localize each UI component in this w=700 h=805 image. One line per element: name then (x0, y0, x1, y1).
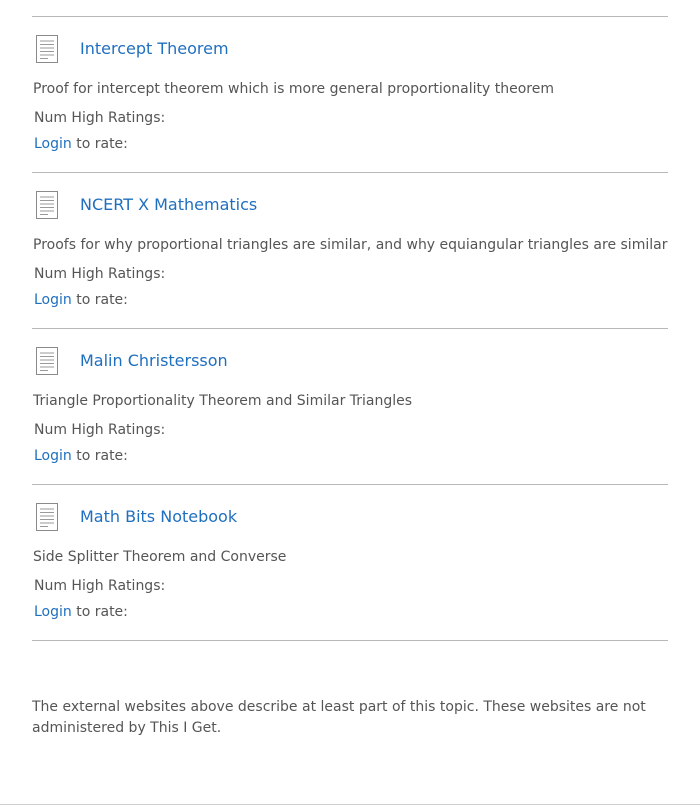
num-high-ratings-label: Num High Ratings: (34, 266, 166, 282)
document-icon (36, 503, 58, 531)
divider (32, 640, 668, 641)
external-websites-disclaimer: The external websites above describe at … (32, 699, 646, 736)
login-to-rate: Login to rate: (34, 603, 128, 621)
login-link[interactable]: Login (34, 292, 72, 308)
login-to-rate: Login to rate: (34, 447, 128, 465)
document-icon (36, 191, 58, 219)
rate-suffix: to rate: (71, 292, 128, 308)
login-to-rate: Login to rate: (34, 135, 128, 153)
resource-description: Proofs for why proportional triangles ar… (33, 237, 668, 253)
resource-title-link[interactable]: Intercept Theorem (80, 39, 229, 59)
num-high-ratings-label: Num High Ratings: (34, 110, 166, 126)
resource-item: Math Bits Notebook Side Splitter Theorem… (32, 485, 668, 625)
login-to-rate: Login to rate: (34, 291, 128, 309)
resource-title-link[interactable]: NCERT X Mathematics (80, 195, 257, 215)
rate-suffix: to rate: (71, 604, 128, 620)
rate-suffix: to rate: (71, 136, 128, 152)
num-high-ratings-label: Num High Ratings: (34, 578, 166, 594)
resource-item: Malin Christersson Triangle Proportional… (32, 329, 668, 469)
document-icon (36, 347, 58, 375)
resource-title-link[interactable]: Math Bits Notebook (80, 507, 237, 527)
resource-title-link[interactable]: Malin Christersson (80, 351, 228, 371)
resource-description: Proof for intercept theorem which is mor… (33, 81, 554, 97)
rate-suffix: to rate: (71, 448, 128, 464)
resource-description: Triangle Proportionality Theorem and Sim… (33, 393, 413, 409)
external-resources-page: Intercept Theorem Proof for intercept th… (0, 0, 700, 805)
login-link[interactable]: Login (34, 604, 72, 620)
resource-item: NCERT X Mathematics Proofs for why propo… (32, 173, 668, 313)
num-high-ratings-label: Num High Ratings: (34, 422, 166, 438)
document-icon (36, 35, 58, 63)
resource-item: Intercept Theorem Proof for intercept th… (32, 17, 668, 157)
resource-description: Side Splitter Theorem and Converse (33, 549, 287, 565)
login-link[interactable]: Login (34, 136, 72, 152)
login-link[interactable]: Login (34, 448, 72, 464)
